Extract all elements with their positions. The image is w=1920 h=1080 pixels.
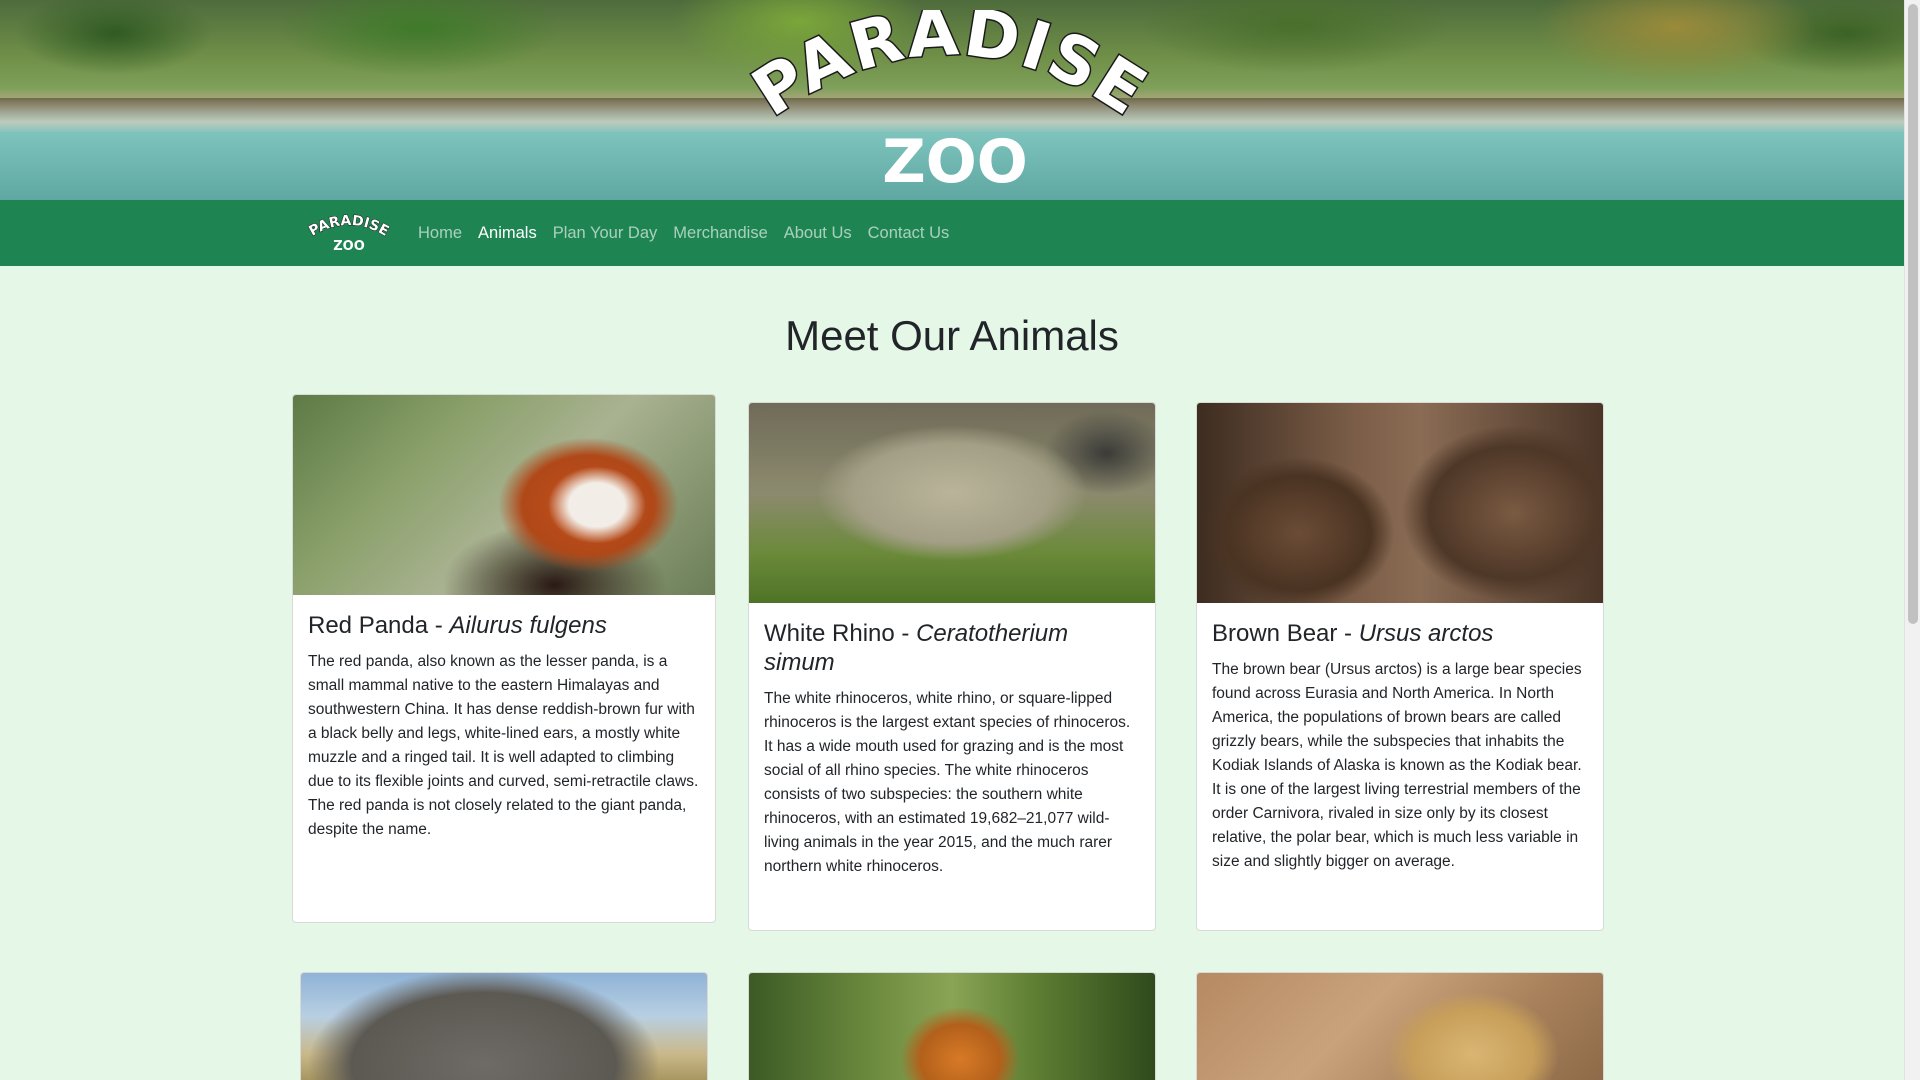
card-title: Red Panda - Ailurus fulgens [308,611,700,640]
white-rhino-image [749,403,1155,603]
main-navbar: PARADISE ZOO Home Animals Plan Your Day … [0,200,1904,266]
elephant-image [301,973,707,1080]
cheetah-image [1197,973,1603,1080]
hero-banner: PARADISE ZOO [0,0,1904,200]
nav-contact-us-link[interactable]: Contact Us [868,224,950,243]
nav-about-us-link[interactable]: About Us [784,224,852,243]
card-title: White Rhino - Ceratotherium simum [764,619,1140,677]
nav-merchandise-link[interactable]: Merchandise [673,224,767,243]
card-description: The red panda, also known as the lesser … [308,653,699,838]
animal-card-red-panda: Red Panda - Ailurus fulgens The red pand… [292,394,716,923]
navbar-inner: PARADISE ZOO Home Animals Plan Your Day … [304,200,965,266]
card-description: The white rhinoceros, white rhino, or sq… [764,690,1131,875]
red-panda-image [293,395,715,595]
animal-card-cheetah [1196,972,1604,1080]
tiger-image [749,973,1155,1080]
title-separator: - [1337,620,1359,647]
card-description: The brown bear (Ursus arctos) is a large… [1212,661,1582,870]
paradise-zoo-logo: PARADISE ZOO [738,10,1160,190]
scientific-name: Ursus arctos [1358,620,1494,647]
scrollbar-thumb[interactable] [1908,4,1918,624]
title-separator: - [894,620,917,647]
nav-home-link[interactable]: Home [418,224,462,243]
brown-bear-image [1197,403,1603,603]
common-name: Brown Bear [1212,620,1338,647]
page-title: Meet Our Animals [785,312,1119,359]
animal-card-brown-bear: Brown Bear - Ursus arctos The brown bear… [1196,402,1604,931]
scientific-name: Ailurus fulgens [449,612,607,639]
common-name: White Rhino [764,620,895,647]
nav-plan-your-day-link[interactable]: Plan Your Day [553,224,658,243]
common-name: Red Panda [308,612,429,639]
nav-animals-link[interactable]: Animals [478,224,537,243]
card-body: White Rhino - Ceratotherium simum The wh… [764,619,1140,879]
card-title: Brown Bear - Ursus arctos [1212,619,1588,648]
svg-text:ZOO: ZOO [333,239,365,253]
svg-text:ZOO: ZOO [882,127,1028,190]
svg-text:PARADISE: PARADISE [739,10,1160,131]
animal-card-tiger [748,972,1156,1080]
title-separator: - [428,612,450,639]
card-body: Brown Bear - Ursus arctos The brown bear… [1212,619,1588,874]
svg-text:PARADISE: PARADISE [306,213,391,240]
animal-card-elephant [300,972,708,1080]
page-scrollbar[interactable] [1904,0,1920,1080]
animal-card-white-rhino: White Rhino - Ceratotherium simum The wh… [748,402,1156,931]
card-body: Red Panda - Ailurus fulgens The red pand… [308,611,700,842]
navbar-logo[interactable]: PARADISE ZOO [304,213,394,253]
